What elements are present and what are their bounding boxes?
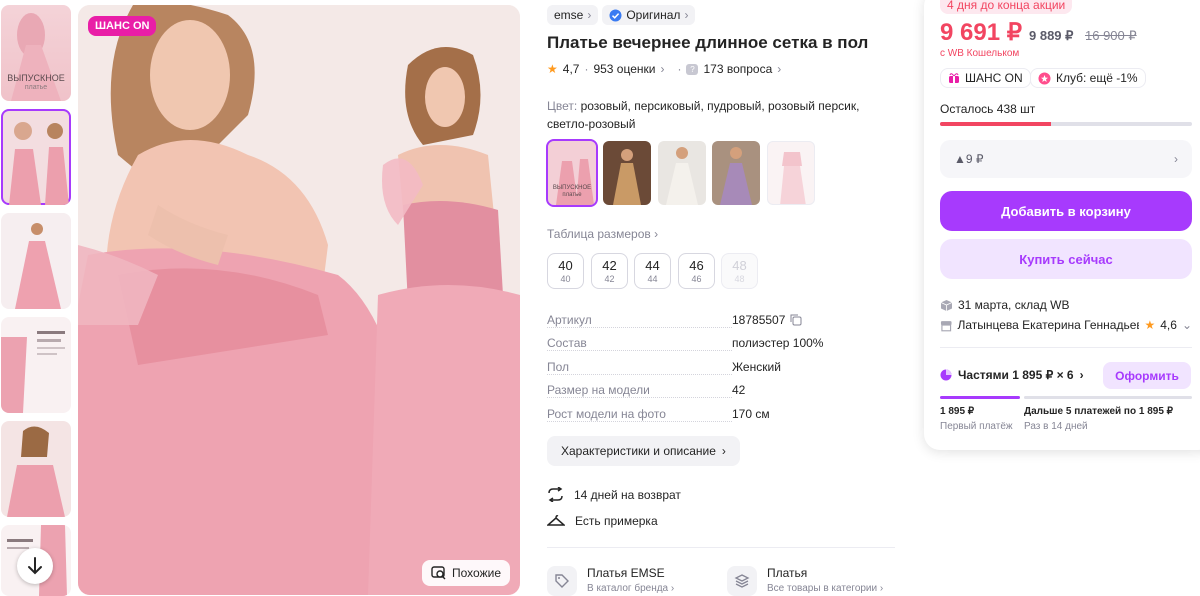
next-payments: Дальше 5 платежей по 1 895 ₽ Раз в 14 дне… [1024, 406, 1174, 432]
delivery-price: ▲9 ₽ [954, 152, 984, 166]
similar-label: Похожие [452, 566, 501, 580]
size-option-40[interactable]: 40 40 [547, 253, 584, 289]
seller-rating: 4,6 [1160, 318, 1177, 332]
promo-countdown: 4 дня до конца акции [940, 0, 1073, 14]
brand-catalog-link[interactable]: Платья EMSE В каталог бренда › [547, 566, 674, 596]
club-discount-tag[interactable]: Клуб: ещё -1% [1030, 68, 1146, 88]
arrow-down-icon [28, 557, 42, 575]
chevron-right-icon: › [587, 8, 592, 22]
size-option-46[interactable]: 46 46 [678, 253, 715, 289]
chevron-right-icon: › [654, 227, 659, 241]
stack-icon [734, 574, 750, 588]
original-badge[interactable]: Оригинал › [602, 5, 696, 25]
question-bubble-icon: ? [686, 63, 699, 75]
chevron-right-icon: › [777, 62, 782, 76]
seller-row[interactable]: Латынцева Екатерина Геннадьевна ★ 4,6 ⌄ [940, 318, 1192, 332]
original-label: Оригинал [626, 8, 681, 22]
gift-icon [949, 73, 959, 83]
shop-icon [940, 320, 952, 331]
chevron-right-icon: › [1174, 152, 1178, 166]
chance-on-badge: ШАНС ON [88, 16, 157, 36]
product-photo [78, 5, 520, 595]
price-without-wallet: 9 889 ₽ [1029, 28, 1074, 43]
installment-progress-rest [1024, 396, 1192, 399]
spec-row: Артикул 18785507 [547, 313, 877, 328]
return-arrows-icon [548, 487, 563, 502]
reviews-link[interactable]: 953 оценки [593, 62, 655, 76]
brand-link[interactable]: emse › [547, 5, 599, 25]
installments-apply-button[interactable]: Оформить [1103, 362, 1191, 389]
size-table-link[interactable]: Таблица размеров › [547, 227, 658, 241]
divider [940, 347, 1192, 348]
divider [547, 547, 895, 548]
spec-row: Пол Женский [547, 360, 781, 375]
stock-progress-bar [940, 122, 1192, 126]
image-search-icon [431, 566, 446, 580]
pie-chart-icon [940, 369, 952, 381]
brand-row: emse › Оригинал › [547, 5, 696, 25]
installments-label: Частями 1 895 ₽ × 6 › [940, 368, 1084, 382]
hanger-icon [547, 515, 565, 526]
thumbnail-4[interactable] [1, 317, 71, 413]
characteristics-description-button[interactable]: Характеристики и описание › [547, 436, 740, 466]
chevron-right-icon: › [684, 8, 689, 22]
thumbnail-3[interactable] [1, 213, 71, 309]
color-swatch-1[interactable]: ВЫПУСКНОЕ платье [546, 139, 598, 207]
current-price: 9 691 ₽ [940, 19, 1022, 46]
rating-row: ★ 4,7 · 953 оценки › · ? 173 вопроса › [547, 62, 782, 76]
size-option-42[interactable]: 42 42 [591, 253, 628, 289]
product-main-image[interactable]: ШАНС ON Похожие [78, 5, 520, 595]
category-link[interactable]: Платья Все товары в категории › [727, 566, 883, 596]
brand-name: emse [554, 8, 584, 22]
spec-row: Состав полиэстер 100% [547, 336, 824, 351]
color-swatch-3[interactable] [658, 141, 706, 205]
copy-icon[interactable] [790, 314, 802, 326]
buy-now-button[interactable]: Купить сейчас [940, 239, 1192, 279]
box-icon [940, 299, 953, 311]
chevron-right-icon: › [721, 444, 726, 458]
verified-check-icon [609, 9, 622, 21]
chevron-down-icon: ⌄ [1181, 318, 1192, 332]
size-option-48: 48 48 [721, 253, 758, 289]
questions-link[interactable]: 173 вопроса [703, 62, 772, 76]
thumbnail-2[interactable] [1, 109, 71, 205]
color-label: Цвет: [547, 99, 578, 113]
delivery-date-row: 31 марта, склад WB [940, 298, 1069, 312]
installment-progress-first [940, 396, 1020, 399]
wallet-note: с WB Кошельком [940, 48, 1020, 59]
chevron-right-icon: › [660, 62, 665, 76]
color-value: розовый, персиковый, пудровый, розовый п… [547, 99, 860, 131]
color-info: Цвет: розовый, персиковый, пудровый, роз… [547, 97, 877, 133]
seller-name: Латынцева Екатерина Геннадьевна [957, 318, 1140, 332]
chance-on-tag[interactable]: ШАНС ON [940, 68, 1031, 88]
fitting-feature: Есть примерка [547, 514, 658, 528]
stock-left: Осталось 438 шт [940, 102, 1036, 116]
thumbnail-caption: ВЫПУСКНОЕ платье [7, 73, 65, 91]
star-icon: ★ [1144, 318, 1156, 332]
star-icon: ★ [547, 62, 558, 76]
old-price: 16 900 ₽ [1085, 28, 1137, 43]
color-swatch-5[interactable] [767, 141, 815, 205]
thumbnails-scroll-down-button[interactable] [17, 548, 53, 584]
color-swatch-4[interactable] [712, 141, 760, 205]
delivery-price-row[interactable]: ▲9 ₽ › [940, 140, 1192, 178]
spec-row: Размер на модели 42 [547, 383, 746, 398]
thumbnail-1[interactable]: ВЫПУСКНОЕ платье [1, 5, 71, 101]
color-swatch-2[interactable] [603, 141, 651, 205]
similar-products-button[interactable]: Похожие [422, 560, 510, 586]
chevron-right-icon: › [1079, 368, 1084, 382]
product-title: Платье вечернее длинное сетка в пол [547, 33, 869, 52]
thumbnail-5[interactable] [1, 421, 71, 517]
spec-row: Рост модели на фото 170 см [547, 407, 770, 422]
stock-progress-fill [940, 122, 1051, 126]
tag-icon [555, 574, 569, 588]
return-feature: 14 дней на возврат [547, 487, 681, 502]
add-to-cart-button[interactable]: Добавить в корзину [940, 191, 1192, 231]
size-option-44[interactable]: 44 44 [634, 253, 671, 289]
club-badge-icon [1038, 72, 1051, 84]
rating-value: 4,7 [562, 62, 580, 76]
first-payment: 1 895 ₽ Первый платёж [940, 406, 1013, 432]
